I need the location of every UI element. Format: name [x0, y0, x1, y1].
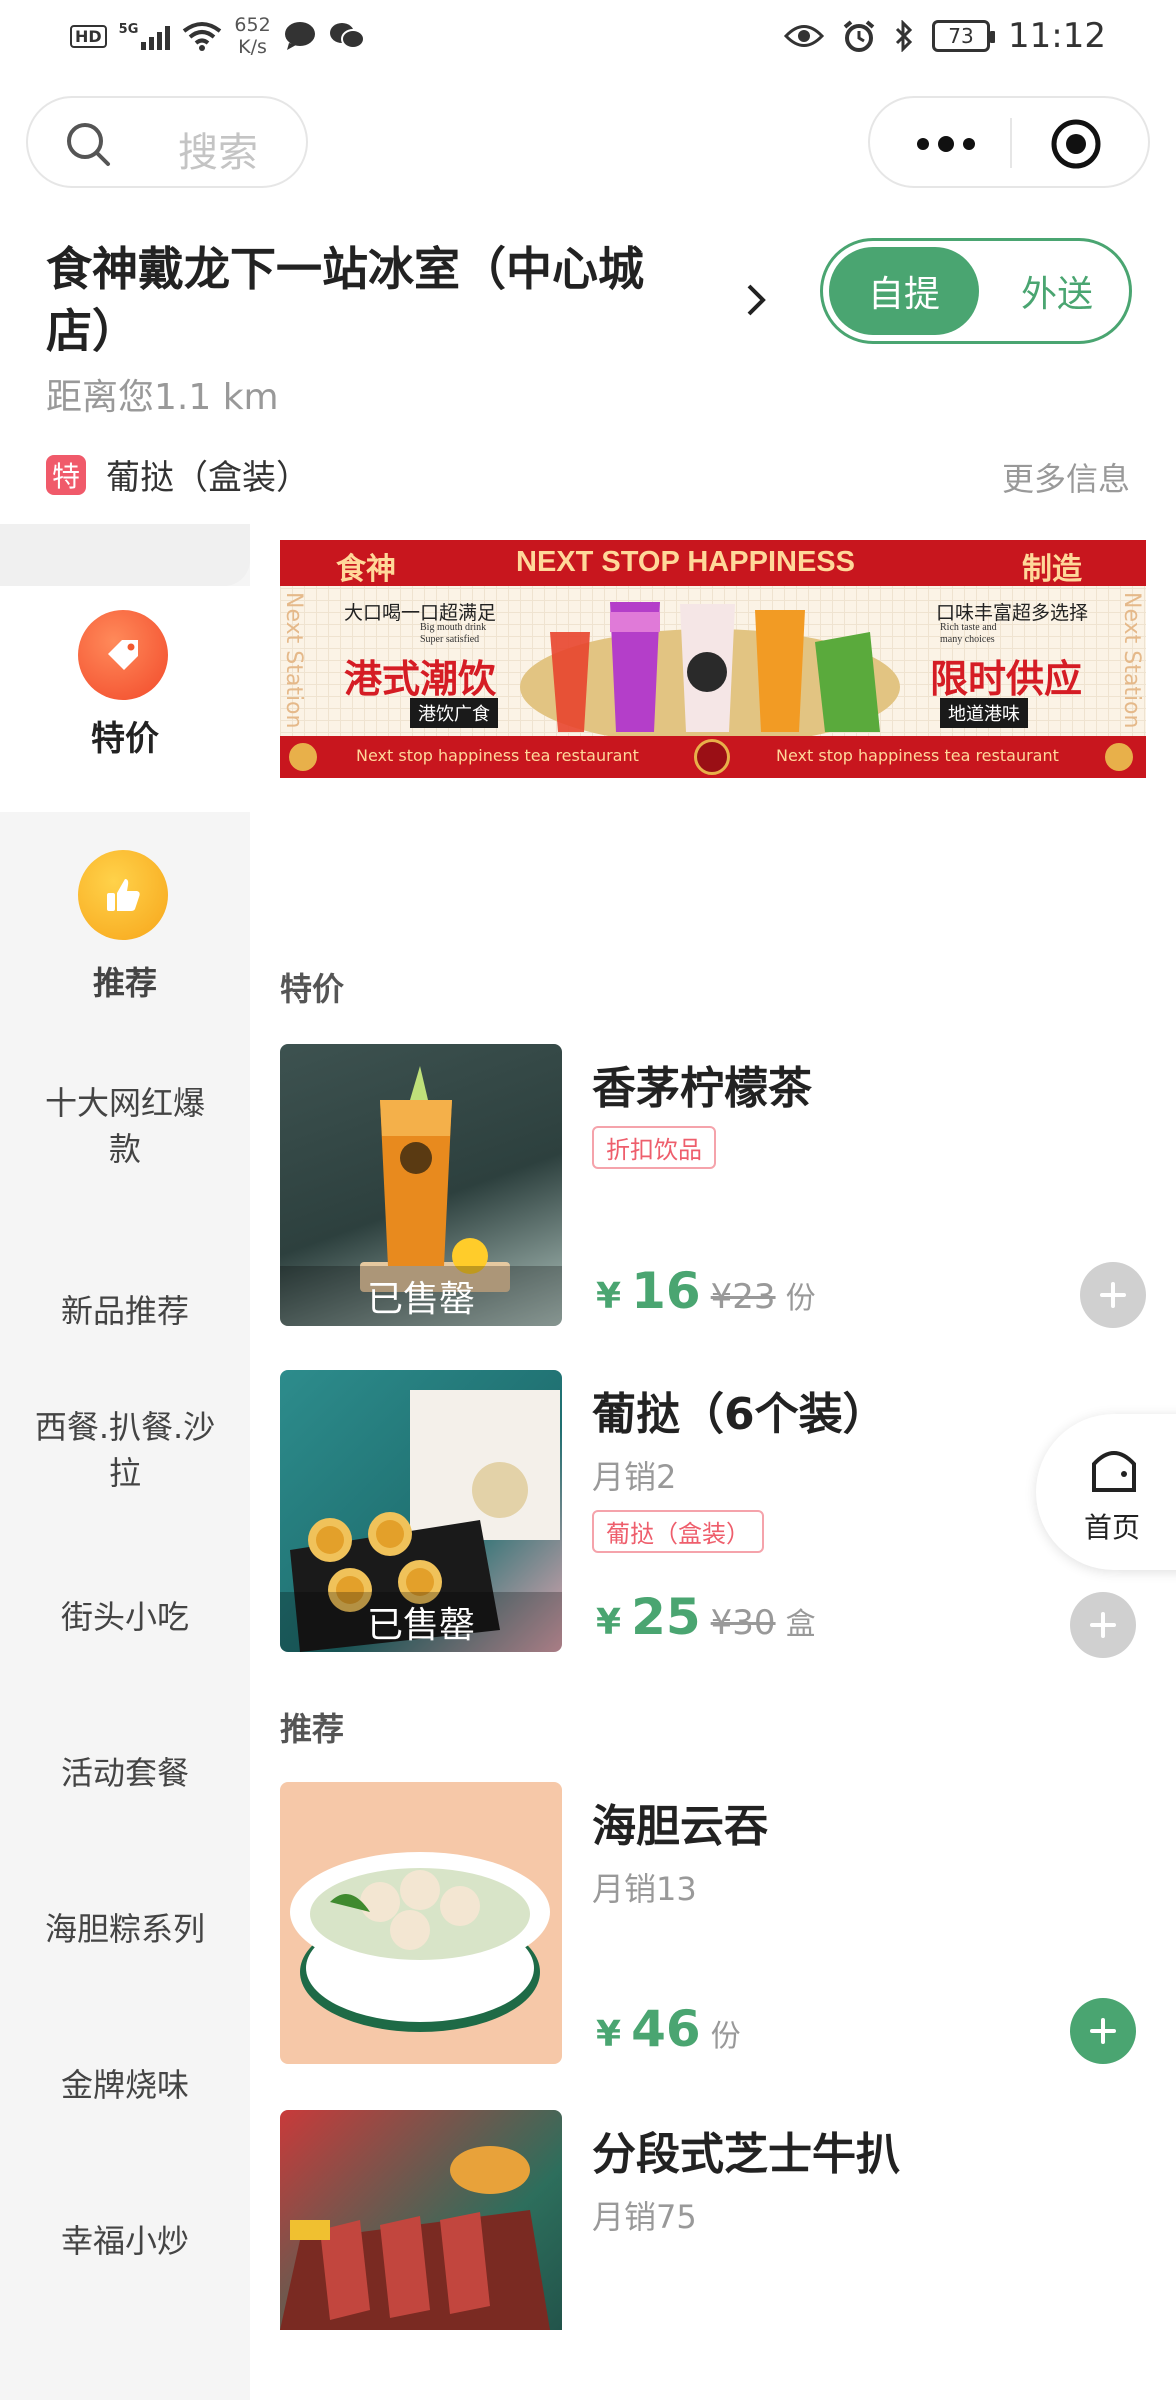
original-price: ¥30: [710, 1603, 776, 1643]
price-value: 16: [631, 1262, 701, 1320]
sidebar-item-western[interactable]: 西餐.扒餐.沙拉: [0, 1404, 250, 1496]
currency-symbol: ¥: [596, 1276, 622, 1317]
product-card[interactable]: 已售罄 香茅柠檬茶 折扣饮品 ¥ 16 ¥23 份: [280, 1044, 1146, 1334]
product-tag: 葡挞（盒装）: [592, 1510, 764, 1553]
sidebar-item-zongzi[interactable]: 海胆粽系列: [0, 1906, 250, 1952]
delivery-button[interactable]: 外送: [991, 247, 1123, 335]
train-icon: [694, 739, 730, 775]
eye-icon: [784, 25, 825, 47]
product-image[interactable]: [280, 2110, 562, 2330]
sidebar-item-roast[interactable]: 金牌烧味: [0, 2062, 250, 2108]
monthly-sales: 月销75: [592, 2198, 697, 2236]
sidebar-item-label: 推荐: [92, 964, 157, 1002]
product-name[interactable]: 海胆云吞: [592, 1790, 768, 1854]
close-miniprogram-icon[interactable]: [1050, 118, 1102, 170]
wechat-icon: [329, 23, 365, 49]
more-info-link[interactable]: 更多信息: [1002, 454, 1130, 500]
special-badge: 特: [46, 454, 86, 495]
pickup-button[interactable]: 自提: [829, 247, 979, 335]
banner-top-strip: 食神 NEXT STOP HAPPINESS 制造: [280, 540, 1146, 587]
miniprogram-capsule: [868, 96, 1150, 188]
signal-icon: 5G: [119, 22, 171, 50]
banner-side-right: Next Station: [1119, 592, 1144, 729]
thumbs-up-icon: [78, 850, 168, 940]
currency-symbol: ¥: [596, 2014, 622, 2055]
wifi-icon: [183, 22, 222, 51]
original-price: ¥23: [710, 1277, 776, 1317]
drinks-illustration: [520, 602, 900, 742]
store-promo[interactable]: 特 葡挞（盒装）: [46, 450, 310, 499]
add-to-cart-button[interactable]: [1080, 1262, 1146, 1328]
product-image[interactable]: 已售罄: [280, 1044, 562, 1326]
search-bar[interactable]: 搜索: [26, 96, 308, 188]
chevron-right-icon[interactable]: [744, 282, 768, 318]
sidebar-item-top10[interactable]: 十大网红爆款: [0, 1080, 250, 1172]
hd-indicator: HD: [70, 24, 107, 48]
sidebar-item-label: 特价: [91, 719, 159, 759]
sidebar-item-stirfry[interactable]: 幸福小炒: [0, 2218, 250, 2264]
home-icon: [1092, 1451, 1136, 1492]
monthly-sales: 月销13: [592, 1870, 697, 1908]
product-image[interactable]: [280, 1782, 562, 2064]
product-price: ¥ 46 份: [596, 2000, 741, 2058]
sidebar-item-special[interactable]: 特价: [0, 586, 250, 812]
section-title-special: 特价: [280, 970, 345, 1008]
tag-icon: [78, 610, 168, 700]
logo-icon: [286, 740, 320, 774]
plus-icon: [1090, 1612, 1116, 1638]
product-image[interactable]: 已售罄: [280, 1370, 562, 1652]
product-price: ¥ 25 ¥30 盒: [596, 1588, 816, 1646]
search-icon: [67, 123, 110, 166]
category-sidebar: 特价 推荐 十大网红爆款 新品推荐 西餐.扒餐.沙拉 街头小吃 活动套餐 海胆粽…: [0, 524, 250, 2400]
product-price: ¥ 16 ¥23 份: [596, 1262, 816, 1320]
product-card[interactable]: 分段式芝士牛扒 月销75: [280, 2110, 1146, 2330]
banner-side-left: Next Station: [281, 592, 306, 729]
banner-bottom-strip: Next stop happiness tea restaurant Next …: [280, 736, 1146, 778]
message-icon: [284, 22, 315, 50]
monthly-sales: 月销2: [592, 1458, 677, 1496]
clock: 11:12: [1008, 16, 1106, 56]
more-menu-icon[interactable]: [906, 122, 986, 166]
sidebar-item-recommend[interactable]: 推荐: [0, 824, 250, 1024]
product-name[interactable]: 分段式芝士牛扒: [592, 2118, 900, 2182]
product-name[interactable]: 葡挞（6个装）: [592, 1378, 887, 1442]
store-name[interactable]: 食神戴龙下一站冰室（中心城店）: [46, 238, 696, 362]
price-value: 25: [631, 1588, 701, 1646]
sidebar-item-combos[interactable]: 活动套餐: [0, 1750, 250, 1796]
section-title-recommend: 推荐: [280, 1710, 345, 1748]
search-placeholder: 搜索: [178, 130, 258, 176]
plus-icon: [1100, 1282, 1126, 1308]
product-card[interactable]: 已售罄 葡挞（6个装） 月销2 葡挞（盒装） ¥ 25 ¥30 盒: [280, 1370, 1146, 1660]
battery-indicator: 73: [932, 20, 996, 52]
price-unit: 盒: [785, 1607, 816, 1642]
add-to-cart-button[interactable]: [1070, 1592, 1136, 1658]
promo-banner[interactable]: 食神 NEXT STOP HAPPINESS 制造 Next Station N…: [280, 540, 1146, 778]
status-bar: HD 5G 652 K/s 73 11:12: [0, 0, 1176, 76]
order-mode-toggle: 自提 外送: [820, 238, 1132, 344]
promo-text: 葡挞（盒装）: [106, 458, 310, 498]
sidebar-item-new[interactable]: 新品推荐: [0, 1288, 250, 1334]
add-to-cart-button[interactable]: [1070, 1998, 1136, 2064]
bluetooth-icon: [895, 20, 913, 52]
product-card[interactable]: 海胆云吞 月销13 ¥ 46 份: [280, 1782, 1146, 2072]
status-right: 73 11:12: [784, 16, 1106, 56]
sidebar-item-snacks[interactable]: 街头小吃: [0, 1594, 250, 1640]
plus-icon: [1090, 2018, 1116, 2044]
status-left: HD 5G 652 K/s: [70, 14, 365, 58]
product-name[interactable]: 香茅柠檬茶: [592, 1052, 812, 1116]
home-label: 首页: [1084, 1511, 1141, 1544]
store-distance: 距离您1.1 km: [46, 377, 279, 418]
sold-out-label: 已售罄: [280, 1592, 562, 1652]
network-speed: 652 K/s: [234, 14, 271, 58]
price-unit: 份: [785, 1281, 816, 1316]
sold-out-label: 已售罄: [280, 1266, 562, 1326]
price-unit: 份: [710, 2019, 741, 2054]
capsule-divider: [1010, 118, 1012, 168]
logo-icon: [1102, 740, 1136, 774]
product-tag: 折扣饮品: [592, 1126, 716, 1169]
alarm-icon: [843, 20, 875, 52]
price-value: 46: [631, 2000, 701, 2058]
currency-symbol: ¥: [596, 1602, 622, 1643]
